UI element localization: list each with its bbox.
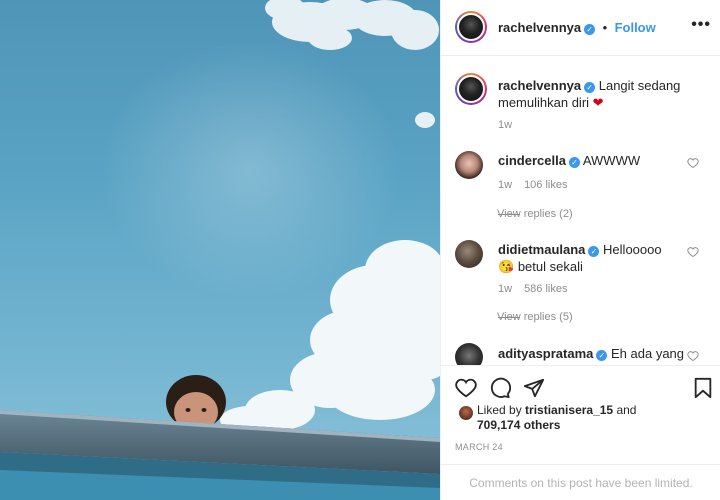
verified-icon: ✓	[584, 82, 596, 93]
liker-username[interactable]: tristianisera_15	[525, 403, 613, 417]
comments-limited-notice: Comments on this post have been limited.	[441, 464, 720, 500]
like-comment-icon[interactable]	[687, 246, 699, 258]
comment-username[interactable]: cindercella	[498, 153, 566, 168]
comment-text: didietmaulana ✓ Hellooooo 😘 betul sekali	[498, 241, 691, 275]
separator-dot: •	[602, 20, 608, 35]
action-bar	[441, 365, 720, 405]
author-avatar[interactable]	[455, 11, 487, 43]
view-replies-button[interactable]: View replies (5)	[497, 311, 573, 323]
post-date[interactable]: MARCH 24	[455, 442, 503, 452]
likes-count[interactable]: 709,174 others	[477, 418, 560, 432]
comment-body: Eh ada yang	[611, 346, 685, 361]
like-comment-icon[interactable]	[687, 350, 699, 362]
comment-body-2: betul sekali	[517, 259, 583, 274]
comment-likes[interactable]: 586 likes	[524, 283, 567, 295]
comment-username[interactable]: didietmaulana	[498, 242, 585, 257]
bookmark-icon[interactable]	[693, 377, 713, 399]
post-panel: rachelvennya ✓ • Follow ••• rachelvennya ✓…	[440, 0, 720, 500]
comment-body: Hellooooo	[603, 242, 662, 257]
view-replies-button[interactable]: View replies (2)	[497, 208, 573, 220]
kiss-emoji: 😘	[498, 259, 515, 274]
comment-avatar[interactable]	[455, 343, 483, 365]
post-header: rachelvennya ✓ • Follow •••	[441, 0, 720, 56]
comment-likes[interactable]: 106 likes	[524, 179, 567, 191]
caption-age[interactable]: 1w	[498, 119, 512, 131]
comment-text: cindercella ✓ AWWWW	[498, 152, 691, 169]
verified-icon: ✓	[588, 246, 600, 257]
more-icon[interactable]: •••	[691, 16, 711, 34]
verified-icon: ✓	[584, 24, 596, 35]
post-photo[interactable]	[0, 0, 440, 500]
verified-icon: ✓	[596, 350, 608, 361]
heart-icon[interactable]	[455, 377, 477, 399]
comment-body: AWWWW	[582, 153, 641, 168]
comments-list[interactable]: rachelvennya ✓ Langit sedang memulihkan d…	[441, 57, 720, 365]
comment-age[interactable]: 1w	[498, 283, 512, 295]
comment-username[interactable]: adityaspratama	[498, 346, 593, 361]
like-comment-icon[interactable]	[687, 157, 699, 169]
author-username[interactable]: rachelvennya	[498, 20, 581, 35]
comment-age[interactable]: 1w	[498, 179, 512, 191]
comment-avatar[interactable]	[455, 240, 483, 268]
comment-meta: 1w 586 likes	[498, 283, 579, 295]
likes-prefix: Liked by	[477, 403, 522, 417]
caption-text: rachelvennya ✓ Langit sedang memulihkan d…	[498, 77, 691, 111]
comment-meta: 1w 106 likes	[498, 179, 579, 191]
heart-emoji: ❤	[592, 95, 604, 110]
caption-avatar[interactable]	[455, 73, 487, 105]
caption-username[interactable]: rachelvennya	[498, 78, 581, 93]
likes-and: and	[616, 403, 637, 417]
comment-icon[interactable]	[489, 377, 511, 399]
rooftop-ledge	[0, 410, 440, 500]
comment-text: adityaspratama ✓ Eh ada yang	[498, 345, 691, 362]
verified-icon: ✓	[568, 157, 580, 168]
follow-button[interactable]: Follow	[615, 20, 656, 35]
share-icon[interactable]	[523, 377, 545, 399]
comment-avatar[interactable]	[455, 151, 483, 179]
caption-meta: 1w	[498, 119, 524, 131]
likes-summary: Liked by tristianisera_15 and 709,174 ot…	[455, 403, 715, 433]
photo-scene	[0, 0, 440, 500]
